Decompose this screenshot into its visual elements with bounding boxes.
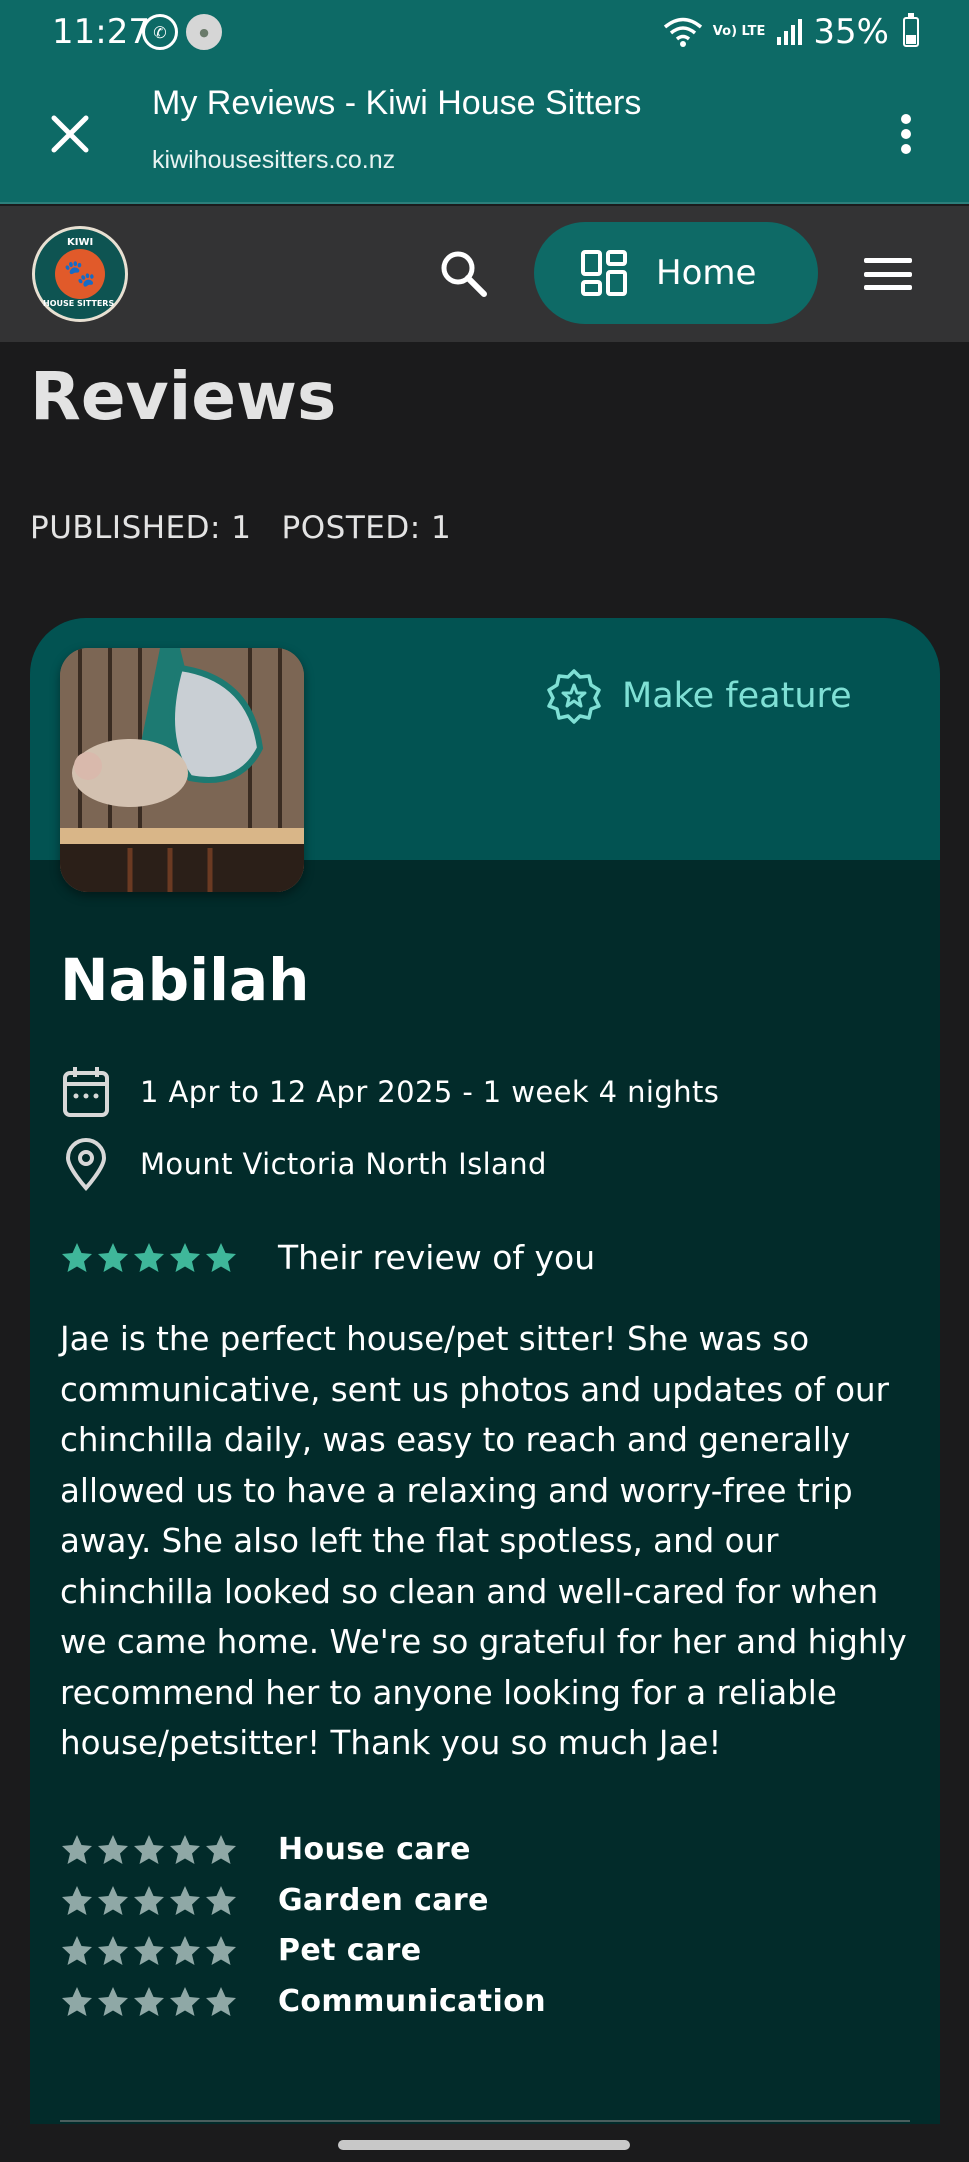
location-pin-icon xyxy=(65,1138,107,1191)
more-options-icon[interactable] xyxy=(891,106,921,162)
home-gesture-pill[interactable] xyxy=(338,2140,630,2150)
location-row: Mount Victoria North Island xyxy=(60,1136,547,1192)
star-icon xyxy=(206,1885,236,1915)
star-icon xyxy=(206,1986,236,2016)
star-icon xyxy=(134,1242,164,1272)
search-icon[interactable] xyxy=(436,246,492,302)
date-row: 1 Apr to 12 Apr 2025 - 1 week 4 nights xyxy=(60,1064,719,1120)
star-icon xyxy=(206,1935,236,1965)
category-label: Pet care xyxy=(278,1933,422,1968)
star-icon xyxy=(206,1242,236,1272)
volte-icon: Vo) LTE xyxy=(712,24,766,39)
home-label: Home xyxy=(656,253,757,293)
custom-tab-toolbar: My Reviews - Kiwi House Sitters kiwihous… xyxy=(0,66,969,204)
signal-icon xyxy=(777,19,803,45)
close-icon[interactable] xyxy=(42,106,98,162)
star-icon xyxy=(134,1834,164,1864)
paw-icon: 🐾 xyxy=(55,249,105,299)
category-rating-garden-care: Garden care xyxy=(60,1883,489,1918)
browser-page-title: My Reviews - Kiwi House Sitters xyxy=(152,84,642,122)
logo-top-text: KIWI xyxy=(67,237,94,248)
star-icon xyxy=(170,1885,200,1915)
reviewer-avatar[interactable] xyxy=(60,648,304,892)
chinchilla-photo xyxy=(60,648,304,892)
status-right: Vo) LTE 35% xyxy=(663,12,919,52)
home-button[interactable]: Home xyxy=(534,222,818,324)
dashboard-icon xyxy=(581,250,627,296)
browser-url[interactable]: kiwihousesitters.co.nz xyxy=(152,146,395,175)
make-feature-label: Make feature xyxy=(622,676,852,716)
overall-rating-label: Their review of you xyxy=(278,1238,596,1277)
star-icon xyxy=(134,1986,164,2016)
stay-dates: 1 Apr to 12 Apr 2025 - 1 week 4 nights xyxy=(140,1075,720,1109)
reviewer-name: Nabilah xyxy=(60,946,310,1014)
star-icon xyxy=(170,1242,200,1272)
star-icon xyxy=(98,1834,128,1864)
status-bar: 11:27 ✆ ● Vo) LTE 35% xyxy=(0,0,969,66)
site-logo[interactable]: KIWI 🐾 HOUSE SITTERS xyxy=(32,226,128,322)
badge-star-icon xyxy=(547,669,601,724)
category-label: Garden care xyxy=(278,1883,489,1918)
star-icon xyxy=(98,1885,128,1915)
site-navbar: KIWI 🐾 HOUSE SITTERS Home xyxy=(0,206,969,342)
garden-care-stars xyxy=(60,1884,238,1918)
category-rating-communication: Communication xyxy=(60,1984,546,2019)
logo-bottom-text: HOUSE SITTERS xyxy=(43,299,115,308)
communication-stars xyxy=(60,1985,238,2019)
battery-icon xyxy=(903,13,919,47)
star-icon xyxy=(62,1935,92,1965)
hamburger-menu-icon[interactable] xyxy=(864,258,912,290)
review-card: Make feature Nabilah 1 Apr to 12 Apr 202… xyxy=(30,618,940,2162)
category-rating-pet-care: Pet care xyxy=(60,1933,422,1968)
battery-percent: 35% xyxy=(813,12,889,52)
make-feature-button[interactable]: Make feature xyxy=(546,668,852,724)
whatsapp-icon: ✆ xyxy=(142,14,178,50)
star-icon xyxy=(98,1935,128,1965)
card-divider xyxy=(60,2120,910,2122)
star-icon xyxy=(62,1242,92,1272)
overall-stars xyxy=(60,1241,238,1275)
star-icon xyxy=(62,1986,92,2016)
published-count[interactable]: PUBLISHED: 1 xyxy=(30,510,252,546)
stay-location: Mount Victoria North Island xyxy=(140,1147,547,1181)
star-icon xyxy=(98,1986,128,2016)
star-icon xyxy=(170,1834,200,1864)
star-icon xyxy=(62,1885,92,1915)
status-time: 11:27 xyxy=(52,12,150,52)
wifi-icon xyxy=(663,17,702,47)
pet-care-stars xyxy=(60,1934,238,1968)
posted-count[interactable]: POSTED: 1 xyxy=(282,510,452,546)
star-icon xyxy=(62,1834,92,1864)
house-care-stars xyxy=(60,1833,238,1867)
star-icon xyxy=(134,1935,164,1965)
calendar-icon xyxy=(63,1067,109,1117)
review-text: Jae is the perfect house/pet sitter! She… xyxy=(60,1320,907,1762)
status-left-icons: ✆ ● xyxy=(142,14,222,50)
star-icon xyxy=(98,1242,128,1272)
page-title: Reviews xyxy=(30,358,337,435)
app-notification-icon: ● xyxy=(186,14,222,50)
category-label: House care xyxy=(278,1832,471,1867)
category-rating-house-care: House care xyxy=(60,1832,471,1867)
overall-rating-row: Their review of you xyxy=(60,1238,595,1277)
review-counts: PUBLISHED: 1 POSTED: 1 xyxy=(30,510,451,546)
gesture-nav-bar xyxy=(0,2124,969,2162)
star-icon xyxy=(170,1935,200,1965)
category-label: Communication xyxy=(278,1984,546,2019)
star-icon xyxy=(170,1986,200,2016)
star-icon xyxy=(134,1885,164,1915)
star-icon xyxy=(206,1834,236,1864)
